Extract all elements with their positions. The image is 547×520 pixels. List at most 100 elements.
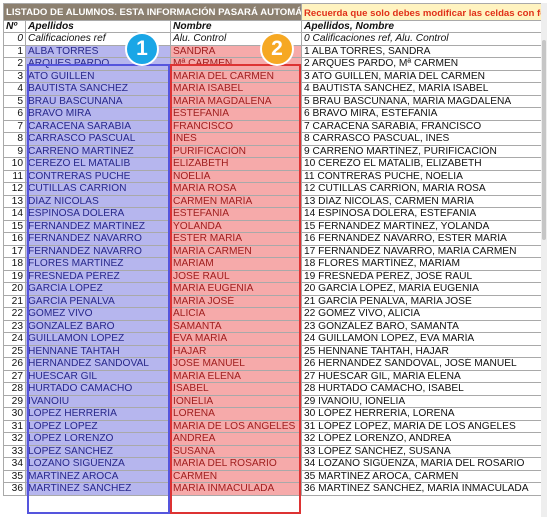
apellidos-cell[interactable]: CUTILLAS CARRIÓN [25, 182, 171, 196]
row-number-cell[interactable]: 7 [3, 119, 26, 133]
apellidos-cell[interactable]: GÓMEZ VIVO [25, 307, 171, 321]
full-name-cell[interactable]: 9 CARREÑO MARTÍNEZ, PURIFICACIÓN [301, 144, 542, 158]
nombre-cell[interactable]: ESTER MARÍA [170, 232, 302, 246]
full-name-cell[interactable]: 3 ATO GUILLÉN, MARÍA DEL CARMEN [301, 69, 542, 83]
nombre-cell[interactable]: LORENA [170, 407, 302, 421]
full-name-cell[interactable]: 34 LOZANO SIGÜENZA, MARÍA DEL ROSARIO [301, 457, 542, 471]
nombre-cell[interactable]: YOLANDA [170, 219, 302, 233]
nombre-cell[interactable]: FRANCISCO [170, 119, 302, 133]
nombre-cell[interactable]: CARMEN MARÍA [170, 194, 302, 208]
row-number-cell[interactable]: 24 [3, 332, 26, 346]
full-name-cell[interactable]: 13 DÍAZ NICOLÁS, CARMEN MARÍA [301, 194, 542, 208]
full-name-cell[interactable]: 23 GONZÁLEZ BARÓ, SAMANTA [301, 319, 542, 333]
apellidos-cell[interactable]: GARCÍA LÓPEZ [25, 282, 171, 296]
row-number-cell[interactable]: 27 [3, 369, 26, 383]
nombre-cell[interactable]: PURIFICACIÓN [170, 144, 302, 158]
row-number-cell[interactable]: 18 [3, 257, 26, 271]
full-name-cell[interactable]: 30 LÓPEZ HERRERÍA, LORENA [301, 407, 542, 421]
apellidos-cell[interactable]: LÓPEZ LORENZO [25, 432, 171, 446]
full-name-cell[interactable]: 28 HURTADO CAMACHO, ISABEL [301, 382, 542, 396]
row-number-cell[interactable]: 5 [3, 94, 26, 108]
nombre-cell[interactable]: JOSÉ MANUEL [170, 357, 302, 371]
apellidos-cell[interactable]: MARTÍNEZ AROCA [25, 469, 171, 483]
nombre-cell[interactable]: EVA MARÍA [170, 332, 302, 346]
nombre-cell[interactable]: MARÍA ISABEL [170, 82, 302, 96]
nombre-cell[interactable]: SAMANTA [170, 319, 302, 333]
full-name-cell[interactable]: 7 CARACENA SARABIA, FRANCISCO [301, 119, 542, 133]
apellidos-cell[interactable]: CONTRERAS PUCHE [25, 169, 171, 183]
row-number-cell[interactable]: 9 [3, 144, 26, 158]
row-number-cell[interactable]: 34 [3, 457, 26, 471]
row-number-cell[interactable]: 4 [3, 82, 26, 96]
apellidos-cell[interactable]: CEREZO EL MATALIB [25, 157, 171, 171]
apellidos-cell[interactable]: ATO GUILLÉN [25, 69, 171, 83]
row-number-cell[interactable]: 1 [3, 44, 26, 58]
full-name-cell[interactable]: 1 ALBA TORRES, SANDRA [301, 44, 542, 58]
full-name-cell[interactable]: 25 HENNANE TAHTAH, HAJAR [301, 344, 542, 358]
nombre-cell[interactable]: CARMEN [170, 469, 302, 483]
nombre-cell[interactable]: SUSANA [170, 444, 302, 458]
row-number-cell[interactable]: 28 [3, 382, 26, 396]
full-name-cell[interactable]: 35 MARTÍNEZ AROCA, CARMEN [301, 469, 542, 483]
row-number-cell[interactable]: 36 [3, 482, 26, 496]
apellidos-cell[interactable]: FERNÁNDEZ MARTÍNEZ [25, 219, 171, 233]
apellidos-cell[interactable]: LOZANO SIGÜENZA [25, 457, 171, 471]
apellidos-cell[interactable]: BRAVO MIRA [25, 107, 171, 121]
ref-full-cell[interactable]: 0 Calificaciones ref, Alu. Control [301, 32, 542, 46]
full-name-cell[interactable]: 8 CARRASCO PASCUAL, INÉS [301, 132, 542, 146]
apellidos-cell[interactable]: GUILLAMÓN LÓPEZ [25, 332, 171, 346]
apellidos-cell[interactable]: GONZÁLEZ BARÓ [25, 319, 171, 333]
full-name-cell[interactable]: 11 CONTRERAS PUCHE, NOELIA [301, 169, 542, 183]
row-number-cell[interactable]: 35 [3, 469, 26, 483]
row-number-cell[interactable]: 22 [3, 307, 26, 321]
row-number-cell[interactable]: 23 [3, 319, 26, 333]
row-number-cell[interactable]: 32 [3, 432, 26, 446]
nombre-cell[interactable]: ANDREA [170, 432, 302, 446]
nombre-cell[interactable]: MARÍA ELENA [170, 369, 302, 383]
nombre-cell[interactable]: HAJAR [170, 344, 302, 358]
full-name-cell[interactable]: 10 CEREZO EL MATALIB, ELIZABETH [301, 157, 542, 171]
scrollbar-thumb[interactable] [542, 40, 546, 240]
nombre-cell[interactable]: ISABEL [170, 382, 302, 396]
apellidos-cell[interactable]: FERNÁNDEZ NAVARRO [25, 232, 171, 246]
full-name-cell[interactable]: 32 LÓPEZ LORENZO, ANDREA [301, 432, 542, 446]
full-name-cell[interactable]: 20 GARCÍA LÓPEZ, MARÍA EUGENIA [301, 282, 542, 296]
nombre-cell[interactable]: MARÍA INMACULADA [170, 482, 302, 496]
row-number-cell[interactable]: 8 [3, 132, 26, 146]
full-name-cell[interactable]: 29 IVANOIU, IONELIA [301, 394, 542, 408]
apellidos-cell[interactable]: HERNÁNDEZ SANDOVAL [25, 357, 171, 371]
nombre-cell[interactable]: MARÍA JOSÉ [170, 294, 302, 308]
full-name-cell[interactable]: 18 FLORES MARTÍNEZ, MARIAM [301, 257, 542, 271]
row-number-cell[interactable]: 14 [3, 207, 26, 221]
row-number-cell[interactable]: 31 [3, 419, 26, 433]
full-name-cell[interactable]: 27 HUÉSCAR GIL, MARÍA ELENA [301, 369, 542, 383]
apellidos-cell[interactable]: CARREÑO MARTÍNEZ [25, 144, 171, 158]
full-name-cell[interactable]: 5 BRAU BASCUÑANA, MARÍA MAGDALENA [301, 94, 542, 108]
full-name-cell[interactable]: 2 ARQUES PARDO, Mª CARMEN [301, 57, 542, 71]
full-name-cell[interactable]: 12 CUTILLAS CARRIÓN, MARÍA ROSA [301, 182, 542, 196]
apellidos-cell[interactable]: CARRASCO PASCUAL [25, 132, 171, 146]
nombre-cell[interactable]: JOSÉ RAÚL [170, 269, 302, 283]
nombre-cell[interactable]: MARÍA MAGDALENA [170, 94, 302, 108]
full-name-cell[interactable]: 4 BAUTISTA SÁNCHEZ, MARÍA ISABEL [301, 82, 542, 96]
row-number-cell[interactable]: 25 [3, 344, 26, 358]
full-name-cell[interactable]: 19 FRESNEDA PÉREZ, JOSÉ RAÚL [301, 269, 542, 283]
full-name-cell[interactable]: 31 LÓPEZ LÓPEZ, MARÍA DE LOS ANGELES [301, 419, 542, 433]
full-name-cell[interactable]: 6 BRAVO MIRA, ESTEFANIA [301, 107, 542, 121]
nombre-cell[interactable]: MARÍA EUGENIA [170, 282, 302, 296]
nombre-cell[interactable]: ESTEFANIA [170, 107, 302, 121]
nombre-cell[interactable]: MARÍA DEL CARMEN [170, 69, 302, 83]
apellidos-cell[interactable]: LÓPEZ LÓPEZ [25, 419, 171, 433]
row-number-cell[interactable]: 19 [3, 269, 26, 283]
row-number-cell[interactable]: 33 [3, 444, 26, 458]
nombre-cell[interactable]: ESTEFANIA [170, 207, 302, 221]
apellidos-cell[interactable]: HUÉSCAR GIL [25, 369, 171, 383]
apellidos-cell[interactable]: ESPINOSA DÓLERA [25, 207, 171, 221]
row-number-cell[interactable]: 29 [3, 394, 26, 408]
apellidos-cell[interactable]: GARCÍA PENALVA [25, 294, 171, 308]
row-number-cell[interactable]: 11 [3, 169, 26, 183]
nombre-cell[interactable]: MARÍA DE LOS ANGELES [170, 419, 302, 433]
nombre-cell[interactable]: ELIZABETH [170, 157, 302, 171]
row-number-cell[interactable]: 26 [3, 357, 26, 371]
apellidos-cell[interactable]: BRAU BASCUÑANA [25, 94, 171, 108]
